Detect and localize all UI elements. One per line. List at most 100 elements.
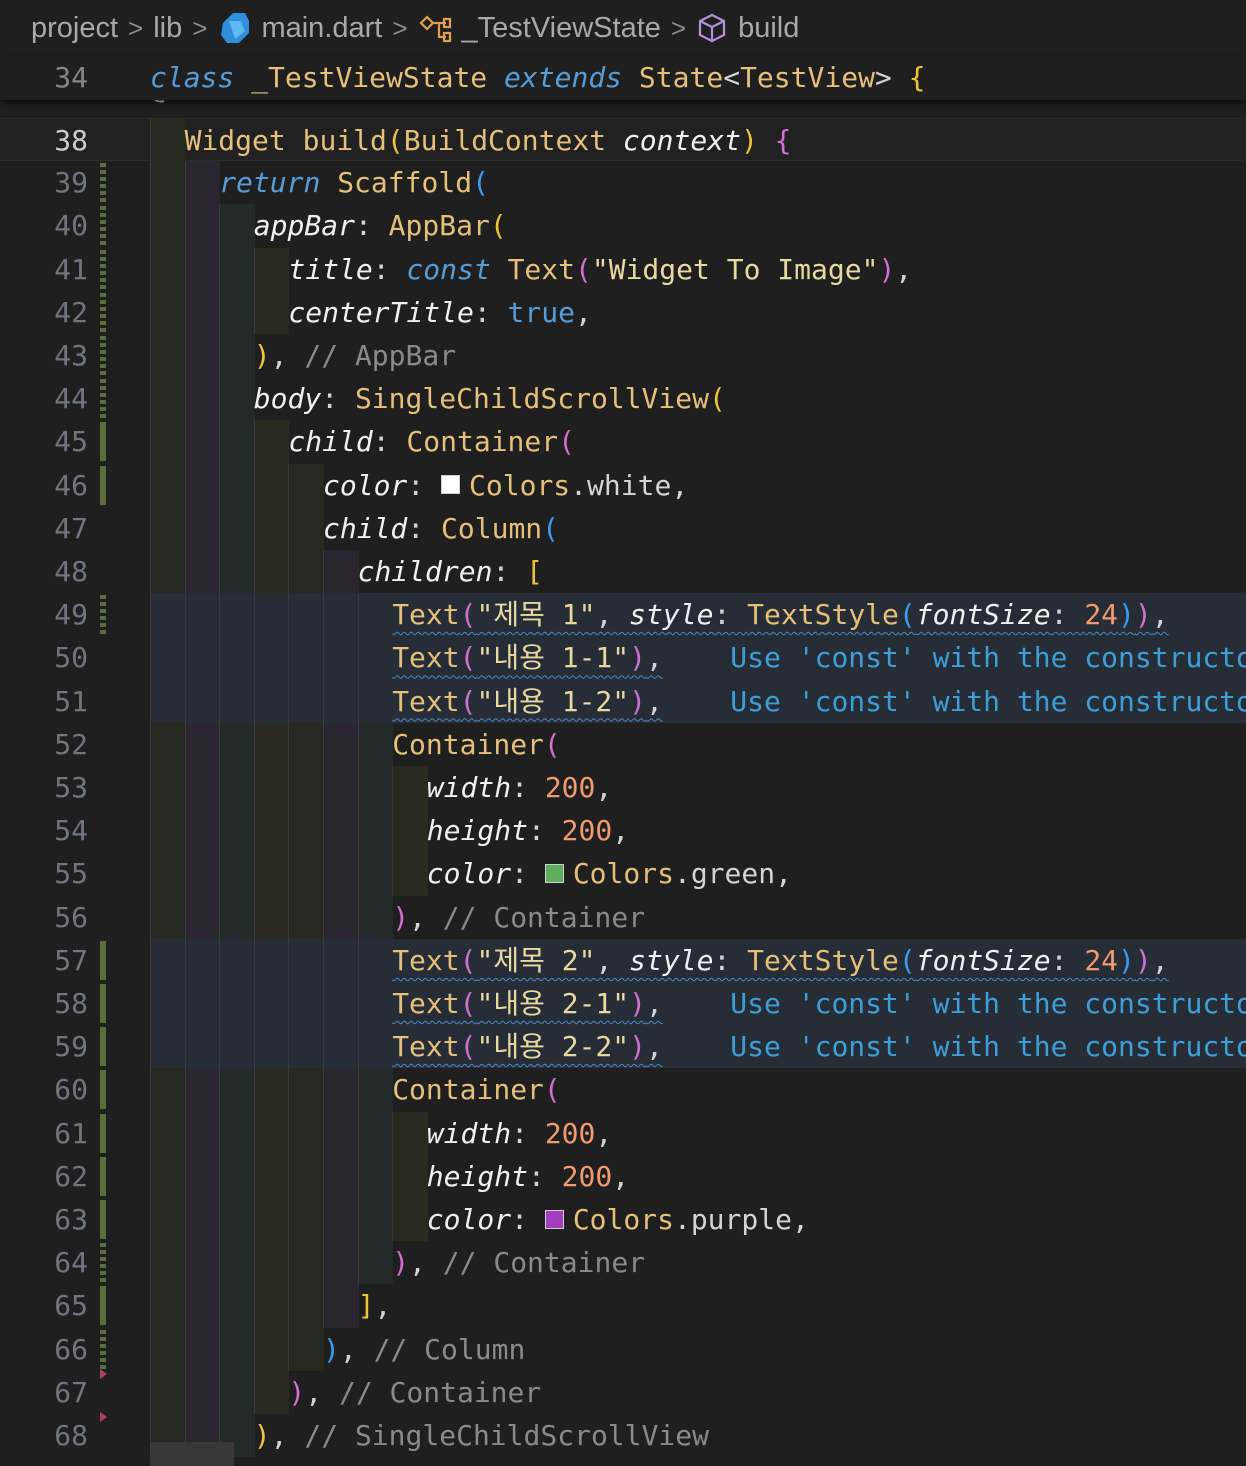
- code-line[interactable]: 47 child: Column(: [0, 506, 1246, 550]
- sticky-scroll-header[interactable]: 34 class _TestViewState extends State<Te…: [0, 56, 1246, 100]
- indent-guide: [150, 377, 186, 421]
- indent-guide: [323, 636, 359, 680]
- git-gutter-marker[interactable]: [100, 336, 106, 375]
- code-line[interactable]: 53 width: 200,: [0, 766, 1246, 810]
- lint-squiggle[interactable]: Text("내용 2-1"),: [392, 987, 663, 1020]
- git-gutter-marker[interactable]: [100, 1286, 106, 1326]
- code-line[interactable]: 63 color: Colors.purple,: [0, 1198, 1246, 1242]
- code-line[interactable]: 49 Text("제목 1", style: TextStyle(fontSize…: [0, 593, 1246, 637]
- horizontal-scrollbar[interactable]: [150, 1442, 234, 1466]
- git-gutter-marker[interactable]: [100, 1200, 106, 1239]
- git-gutter-marker[interactable]: [100, 1070, 106, 1110]
- code-line[interactable]: 66), // Column: [0, 1327, 1246, 1371]
- code-line[interactable]: 65],: [0, 1284, 1246, 1328]
- code-line[interactable]: 51 Text("내용 1-2"), Use 'const' with the c…: [0, 679, 1246, 723]
- code-line[interactable]: 61 width: 200,: [0, 1111, 1246, 1155]
- git-gutter-marker[interactable]: [100, 465, 106, 505]
- indent-guide: [150, 1370, 186, 1414]
- code-line[interactable]: 42 centerTitle: true,: [0, 290, 1246, 334]
- code-line[interactable]: 44 body: SingleChildScrollView(: [0, 377, 1246, 421]
- code-line[interactable]: 40 appBar: AppBar(: [0, 204, 1246, 248]
- git-gutter-marker[interactable]: [100, 422, 106, 462]
- git-gutter-marker[interactable]: [100, 206, 106, 246]
- indent-guide: [219, 1241, 255, 1285]
- code-line[interactable]: 48 children: [: [0, 550, 1246, 594]
- color-swatch[interactable]: [544, 863, 564, 883]
- code-token: 200: [544, 1116, 596, 1150]
- lint-squiggle[interactable]: Text("제목 1", style: TextStyle(fontSize: …: [392, 598, 1168, 631]
- git-gutter-marker[interactable]: [100, 595, 106, 635]
- code-line[interactable]: 57 Text("제목 2", style: TextStyle(fontSize…: [0, 938, 1246, 982]
- lint-squiggle[interactable]: Text("내용 1-2"),: [392, 685, 663, 718]
- indent-guide: [150, 290, 186, 334]
- code-line[interactable]: 43), // AppBar: [0, 334, 1246, 378]
- git-gutter-marker[interactable]: [100, 379, 106, 419]
- line-number: 60: [54, 1073, 88, 1107]
- indent-guide: [357, 982, 394, 1026]
- indent-guide: [150, 204, 186, 248]
- code-line[interactable]: 45 child: Container(: [0, 420, 1246, 464]
- code-line[interactable]: 46 color: Colors.white,: [0, 463, 1246, 507]
- code-token: (: [898, 943, 916, 977]
- breadcrumb-class[interactable]: _TestViewState: [462, 12, 661, 45]
- lint-squiggle[interactable]: Text("내용 2-2"),: [392, 1030, 663, 1063]
- git-gutter-marker[interactable]: [100, 1368, 107, 1412]
- indent-guide: [150, 938, 186, 982]
- git-gutter-marker[interactable]: [100, 984, 106, 1023]
- git-gutter-marker[interactable]: [100, 292, 106, 332]
- code-line[interactable]: 62 height: 200,: [0, 1154, 1246, 1198]
- indent-guide: [253, 247, 290, 291]
- indent-guide: [219, 550, 255, 594]
- code-line[interactable]: 59 Text("내용 2-2"), Use 'const' with the c…: [0, 1025, 1246, 1069]
- indent-guide: [357, 679, 394, 723]
- code-token: :: [527, 1159, 562, 1193]
- git-gutter-marker[interactable]: [100, 1156, 106, 1196]
- code-line[interactable]: 64), // Container: [0, 1241, 1246, 1285]
- code-text: width: 200,: [427, 1112, 612, 1155]
- lint-squiggle[interactable]: Text("내용 1-1"),: [392, 641, 663, 674]
- line-number: 61: [54, 1116, 88, 1150]
- code-line[interactable]: 50 Text("내용 1-1"), Use 'const' with the c…: [0, 636, 1246, 680]
- code-line[interactable]: 54 height: 200,: [0, 809, 1246, 853]
- code-token: child: [323, 511, 408, 545]
- breadcrumb-project[interactable]: project: [31, 12, 118, 45]
- breadcrumb-build[interactable]: build: [738, 12, 799, 45]
- git-gutter-marker[interactable]: [100, 1113, 106, 1153]
- code-line[interactable]: 55 color: Colors.green,: [0, 852, 1246, 896]
- git-gutter-marker[interactable]: [100, 249, 106, 289]
- indent-guide: [357, 938, 394, 982]
- indent-guide: [392, 1198, 428, 1242]
- code-editor[interactable]: 38 Widget build(BuildContext context) {39…: [0, 118, 1246, 1466]
- color-swatch[interactable]: [544, 1209, 564, 1229]
- lint-squiggle[interactable]: Text("제목 2", style: TextStyle(fontSize: …: [392, 944, 1168, 977]
- code-line[interactable]: 60 Container(: [0, 1068, 1246, 1112]
- color-swatch[interactable]: [441, 475, 461, 495]
- code-token: .green,: [673, 857, 792, 891]
- breadcrumb-main-dart[interactable]: main.dart: [261, 12, 382, 45]
- code-line[interactable]: 67), // Container: [0, 1368, 1246, 1414]
- line-number: 38: [54, 124, 88, 157]
- code-token: // Container: [338, 1375, 542, 1409]
- git-gutter-marker[interactable]: [100, 1027, 106, 1067]
- indent-guide: [219, 1111, 255, 1155]
- code-line[interactable]: 41 title: const Text("Widget To Image"),: [0, 247, 1246, 291]
- code-text: appBar: AppBar(: [254, 204, 507, 247]
- git-gutter-marker[interactable]: [100, 1412, 107, 1455]
- line-number: 49: [54, 598, 88, 632]
- git-gutter-marker[interactable]: [100, 1329, 106, 1369]
- line-number: 64: [54, 1246, 88, 1280]
- line-number: 50: [54, 641, 88, 675]
- code-line[interactable]: 52 Container(: [0, 722, 1246, 766]
- code-line[interactable]: 56), // Container: [0, 895, 1246, 939]
- breadcrumb-lib[interactable]: lib: [153, 12, 182, 45]
- code-line[interactable]: 58 Text("내용 2-1"), Use 'const' with the c…: [0, 982, 1246, 1026]
- indent-guide: [150, 722, 186, 766]
- git-gutter-marker[interactable]: [100, 1243, 106, 1283]
- code-line[interactable]: 39 return Scaffold(: [0, 161, 1246, 205]
- git-gutter-marker[interactable]: [100, 940, 106, 980]
- code-text: color: Colors.green,: [427, 852, 792, 895]
- code-token: ,: [646, 987, 663, 1020]
- code-line[interactable]: 38 Widget build(BuildContext context) {: [0, 118, 1246, 163]
- git-gutter-marker[interactable]: [100, 163, 106, 203]
